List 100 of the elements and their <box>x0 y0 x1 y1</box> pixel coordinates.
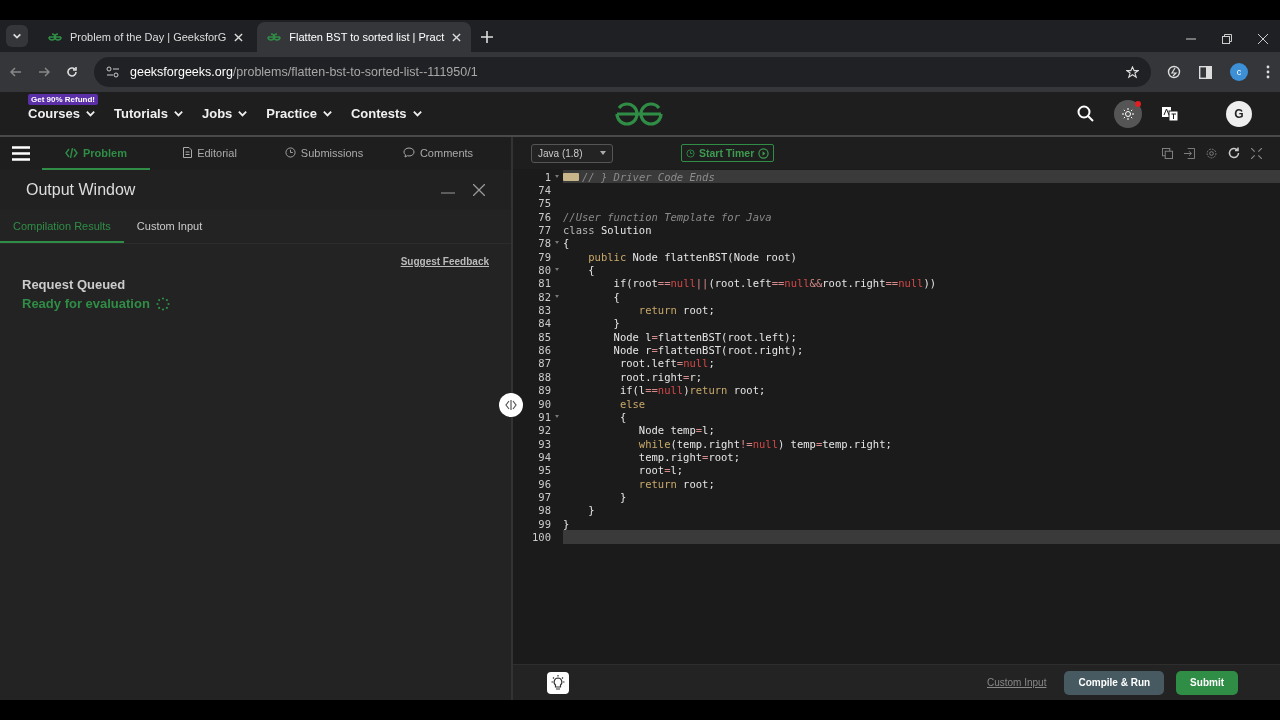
reset-icon[interactable] <box>1228 147 1240 159</box>
browser-tab[interactable]: Flatten BST to sorted list | Pract <box>257 22 472 52</box>
chevron-down-icon[interactable] <box>321 108 333 119</box>
line-number: 82 <box>537 290 551 303</box>
code-line: return root; <box>637 477 715 490</box>
problem-tab[interactable]: Submissions <box>270 137 378 170</box>
code-line: Node r=flattenBST(root.right); <box>612 344 804 357</box>
back-icon[interactable] <box>10 66 22 78</box>
output-window-title: Output Window <box>26 181 136 199</box>
fold-widget[interactable] <box>563 172 579 181</box>
chevron-down-icon[interactable] <box>85 108 97 119</box>
bookmark-star-icon[interactable] <box>1126 65 1139 79</box>
code-line: if(l==null)return root; <box>618 384 766 397</box>
line-number: 79 <box>537 250 551 263</box>
restore-icon[interactable] <box>1222 34 1232 44</box>
problem-tab[interactable]: Comments <box>384 137 492 170</box>
tab-search-button[interactable] <box>6 25 28 47</box>
nav-menu-item[interactable]: Courses <box>28 106 81 121</box>
code-line: } <box>563 517 570 530</box>
nav-menu-item[interactable]: Jobs <box>201 106 233 121</box>
extension-icon[interactable] <box>1167 65 1181 79</box>
custom-input-link[interactable]: Custom Input <box>980 676 1053 689</box>
chevron-down-icon[interactable] <box>411 108 423 119</box>
compile-run-button[interactable]: Compile & Run <box>1064 670 1165 695</box>
lightbulb-icon[interactable] <box>547 671 569 694</box>
settings-icon[interactable] <box>1206 147 1217 159</box>
chevron-down-icon[interactable] <box>237 108 249 119</box>
fullscreen-icon[interactable] <box>1251 147 1262 159</box>
forward-icon[interactable] <box>38 66 50 78</box>
code-line: while(temp.right!=null) temp=temp.right; <box>637 437 892 450</box>
code-line: if(root==null||(root.left==null&&root.right==null)) <box>612 277 937 290</box>
suggest-feedback-link[interactable]: Suggest Feedback <box>400 256 489 267</box>
line-number: 91 <box>537 410 551 423</box>
status-message: Ready for evaluation <box>22 296 150 311</box>
code-line: //User function Template for Java <box>563 210 772 223</box>
refund-badge[interactable]: Get 90% Refund! <box>28 94 98 105</box>
code-line: Node l=flattenBST(root.left); <box>612 330 797 343</box>
caret-icon <box>600 151 606 155</box>
spinner-icon <box>155 296 170 311</box>
new-tab-icon[interactable] <box>481 31 494 43</box>
clock-icon <box>284 147 296 158</box>
line-number: 90 <box>537 397 551 410</box>
close-icon[interactable] <box>1258 34 1268 44</box>
code-line: temp.right=root; <box>637 450 740 463</box>
line-number: 87 <box>537 357 551 370</box>
line-number: 83 <box>537 304 551 317</box>
code-line: { <box>563 237 570 250</box>
user-avatar[interactable]: G <box>1226 100 1252 127</box>
line-number: 99 <box>537 517 551 530</box>
line-number: 75 <box>537 197 551 210</box>
notification-dot <box>1135 100 1141 107</box>
line-number: 77 <box>537 224 551 237</box>
line-number: 86 <box>537 344 551 357</box>
code-line: public Node flattenBST(Node root) <box>587 250 797 263</box>
code-line: root.left=null; <box>618 357 715 370</box>
close-icon[interactable] <box>473 184 485 196</box>
code-line: { <box>587 264 595 277</box>
menu-icon[interactable] <box>1266 65 1270 79</box>
submit-button[interactable]: Submit <box>1176 670 1238 695</box>
nav-menu-item[interactable]: Practice <box>266 106 317 121</box>
site-logo-icon <box>267 33 282 41</box>
sun-icon <box>1122 107 1134 120</box>
search-icon[interactable] <box>1077 105 1094 122</box>
line-number: 1 <box>543 170 551 183</box>
menu-icon[interactable] <box>12 146 30 161</box>
logo-icon[interactable] <box>614 101 664 127</box>
code-line: } <box>618 490 627 503</box>
address-bar[interactable]: geeksforgeeks.org/problems/flatten-bst-to-sorted-list--111950/1 <box>94 57 1151 87</box>
copy-icon[interactable] <box>1162 147 1173 159</box>
start-timer-button[interactable]: Start Timer <box>681 144 775 162</box>
site-logo-icon <box>48 33 62 41</box>
language-dropdown[interactable]: Java (1.8) <box>531 143 613 163</box>
theme-toggle[interactable] <box>1114 99 1142 128</box>
line-number: 92 <box>537 424 551 437</box>
code-line: } <box>612 317 620 330</box>
status-text: Request Queued <box>22 277 127 292</box>
browser-tab[interactable]: Problem of the Day | GeeksforG <box>38 22 254 52</box>
output-tab[interactable]: Compilation Results <box>0 210 124 243</box>
speech-bubble-icon <box>402 147 415 158</box>
code-line: // } Driver Code Ends <box>582 170 715 183</box>
code-line: root.right=r; <box>618 370 703 383</box>
code-line: else <box>618 397 646 410</box>
reload-icon[interactable] <box>66 66 78 78</box>
nav-menu-item[interactable]: Contests <box>350 106 407 121</box>
line-number: 74 <box>537 184 551 196</box>
code-line: root=l; <box>637 464 684 477</box>
code-icon <box>65 147 78 158</box>
nav-menu-item[interactable]: Tutorials <box>114 106 168 121</box>
output-tab[interactable]: Custom Input <box>123 210 216 243</box>
line-number: 80 <box>537 264 551 277</box>
line-number: 78 <box>537 237 551 250</box>
side-panel-icon[interactable] <box>1199 65 1212 79</box>
site-settings-icon[interactable] <box>106 66 120 78</box>
chevron-down-icon[interactable] <box>172 108 184 119</box>
translate-icon[interactable] <box>1162 105 1178 122</box>
split-arrows-icon <box>505 400 517 410</box>
line-number: 85 <box>537 330 551 343</box>
line-number: 100 <box>531 530 551 543</box>
import-icon[interactable] <box>1184 147 1195 159</box>
problem-tab[interactable]: Editorial <box>156 137 264 170</box>
